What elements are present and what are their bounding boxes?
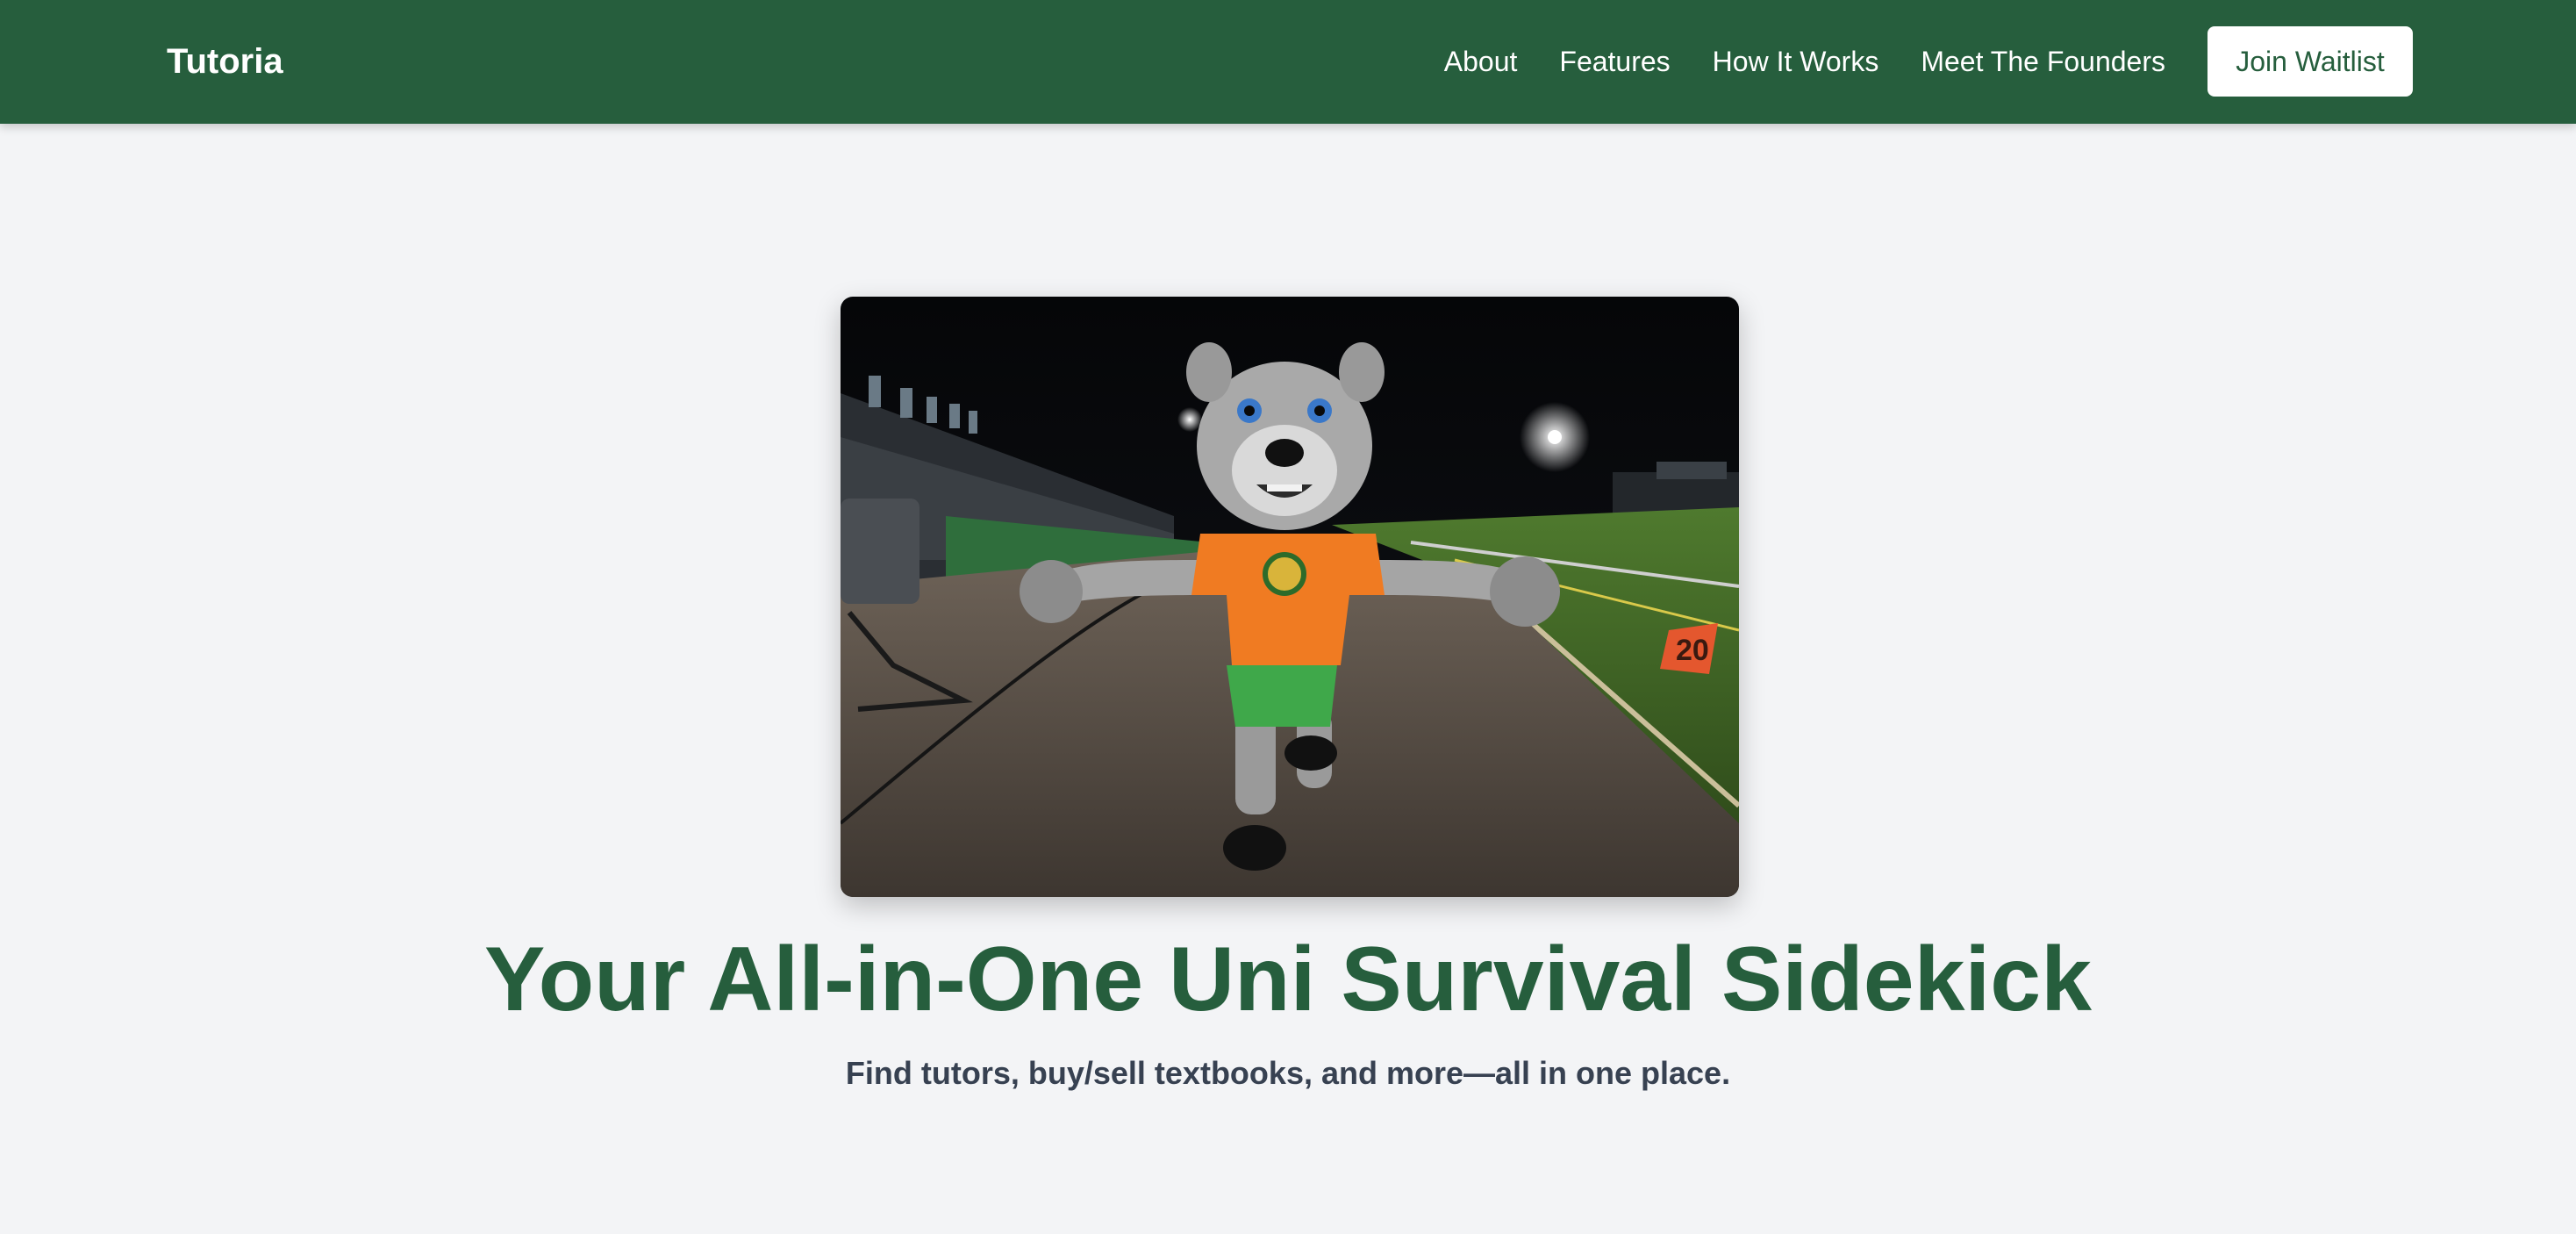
join-waitlist-button[interactable]: Join Waitlist <box>2207 26 2413 97</box>
hero-title: Your All-in-One Uni Survival Sidekick <box>484 929 2092 1030</box>
nav-link-meet-the-founders[interactable]: Meet The Founders <box>1921 46 2165 78</box>
brand-logo[interactable]: Tutoria <box>167 0 283 124</box>
nav-link-how-it-works[interactable]: How It Works <box>1713 46 1879 78</box>
yard-marker-label: 20 <box>1676 634 1709 667</box>
mascot-stadium-illustration: 20 <box>841 297 1739 897</box>
hero-mascot-photo: 20 <box>841 297 1739 897</box>
nav-link-about[interactable]: About <box>1444 46 1518 78</box>
nav-link-features[interactable]: Features <box>1559 46 1670 78</box>
hero-subtitle: Find tutors, buy/sell textbooks, and mor… <box>845 1055 1731 1091</box>
top-navbar: Tutoria About Features How It Works Meet… <box>0 0 2576 124</box>
nav-links: About Features How It Works Meet The Fou… <box>1444 26 2413 97</box>
